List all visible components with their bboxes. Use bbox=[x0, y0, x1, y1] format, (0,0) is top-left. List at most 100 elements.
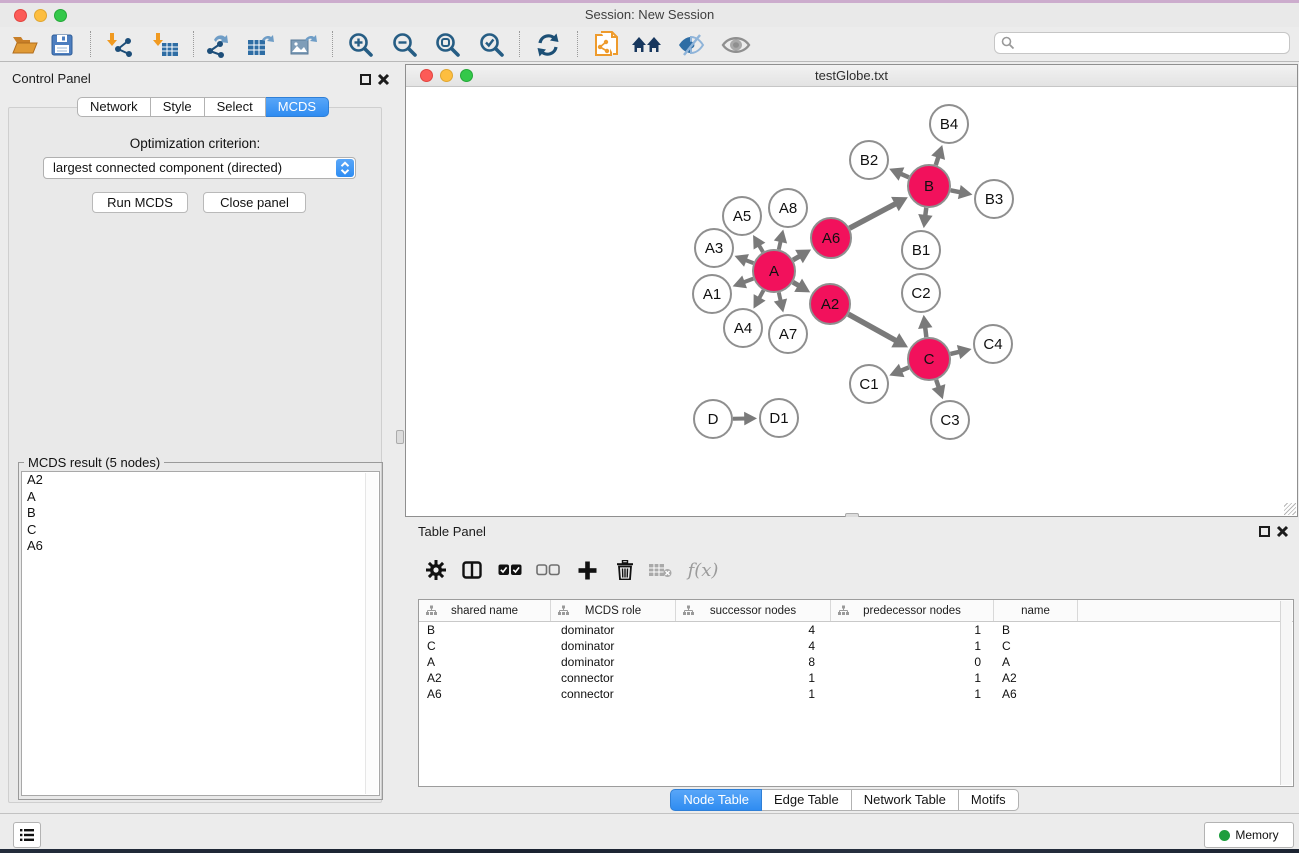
edge-C-C2[interactable] bbox=[918, 315, 932, 337]
mcds-result-item[interactable]: A bbox=[22, 489, 379, 506]
settings-gear-icon[interactable] bbox=[421, 555, 451, 585]
function-builder-icon[interactable]: f(x) bbox=[683, 555, 723, 585]
table-cell[interactable]: 1 bbox=[676, 670, 831, 686]
edge-A-A6[interactable] bbox=[793, 250, 811, 264]
network-canvas[interactable]: B4B2BB3A8A5A6A3B1AA1C2A2A4A7C4CC1C3DD1 bbox=[407, 88, 1296, 516]
column-header-successor-nodes[interactable]: successor nodes bbox=[676, 600, 831, 621]
edge-C-C4[interactable] bbox=[950, 345, 971, 359]
mcds-result-item[interactable]: B bbox=[22, 505, 379, 522]
column-header-shared-name[interactable]: shared name bbox=[419, 600, 551, 621]
graph-node-D[interactable]: D bbox=[694, 400, 732, 438]
table-cell[interactable]: A6 bbox=[994, 686, 1078, 702]
graph-node-A3[interactable]: A3 bbox=[695, 229, 733, 267]
graph-node-C1[interactable]: C1 bbox=[850, 365, 888, 403]
add-entry-icon[interactable] bbox=[572, 555, 602, 585]
graph-node-B[interactable]: B bbox=[908, 165, 950, 207]
table-cell[interactable]: B bbox=[419, 622, 551, 638]
window-resize-handle[interactable] bbox=[1284, 503, 1296, 515]
close-panel-icon[interactable] bbox=[377, 73, 390, 86]
network-file-icon[interactable] bbox=[590, 30, 624, 60]
edge-B-B2[interactable] bbox=[889, 167, 909, 180]
zoom-in-icon[interactable] bbox=[344, 30, 378, 60]
graphics-details-icon[interactable] bbox=[674, 30, 708, 60]
table-cell[interactable]: A6 bbox=[419, 686, 551, 702]
table-row[interactable]: Bdominator41B bbox=[419, 622, 1293, 638]
table-cell[interactable]: dominator bbox=[551, 654, 676, 670]
delete-table-icon[interactable] bbox=[645, 555, 675, 585]
search-input[interactable] bbox=[1019, 34, 1289, 52]
tab-select[interactable]: Select bbox=[205, 97, 266, 117]
tab-motifs[interactable]: Motifs bbox=[959, 789, 1019, 811]
select-all-checkboxes-icon[interactable] bbox=[495, 555, 525, 585]
tab-network-table[interactable]: Network Table bbox=[852, 789, 959, 811]
float-panel-icon[interactable] bbox=[360, 74, 371, 85]
tab-mcds[interactable]: MCDS bbox=[266, 97, 329, 117]
import-table-icon[interactable] bbox=[149, 30, 183, 60]
birdseye-view-icon[interactable] bbox=[719, 30, 753, 60]
graph-node-A4[interactable]: A4 bbox=[724, 309, 762, 347]
edge-D-D1[interactable] bbox=[733, 412, 757, 426]
graph-node-A5[interactable]: A5 bbox=[723, 197, 761, 235]
optimization-criterion-select[interactable]: largest connected component (directed) bbox=[43, 157, 356, 179]
graph-node-C2[interactable]: C2 bbox=[902, 274, 940, 312]
tab-edge-table[interactable]: Edge Table bbox=[762, 789, 852, 811]
edge-B-B3[interactable] bbox=[951, 185, 973, 199]
mcds-result-item[interactable]: A6 bbox=[22, 538, 379, 555]
table-cell[interactable]: 4 bbox=[676, 638, 831, 654]
graph-node-A6[interactable]: A6 bbox=[811, 218, 851, 258]
memory-button[interactable]: Memory bbox=[1204, 822, 1294, 848]
refresh-layout-icon[interactable] bbox=[531, 30, 565, 60]
graph-node-A7[interactable]: A7 bbox=[769, 315, 807, 353]
table-row[interactable]: Cdominator41C bbox=[419, 638, 1293, 654]
table-cell[interactable]: 1 bbox=[831, 638, 994, 654]
table-cell[interactable]: 1 bbox=[831, 686, 994, 702]
column-header-name[interactable]: name bbox=[994, 600, 1078, 621]
mcds-result-list[interactable]: A2ABCA6 bbox=[21, 471, 380, 796]
tab-node-table[interactable]: Node Table bbox=[670, 789, 762, 811]
edge-A-A2[interactable] bbox=[793, 279, 810, 293]
graph-node-C3[interactable]: C3 bbox=[931, 401, 969, 439]
search-field[interactable] bbox=[994, 32, 1290, 54]
column-header-predecessor-nodes[interactable]: predecessor nodes bbox=[831, 600, 994, 621]
table-cell[interactable]: A bbox=[994, 654, 1078, 670]
zoom-out-icon[interactable] bbox=[388, 30, 422, 60]
table-row[interactable]: A2connector11A2 bbox=[419, 670, 1293, 686]
edge-A-A4[interactable] bbox=[754, 290, 766, 308]
maximize-window-button[interactable] bbox=[54, 9, 67, 22]
column-header-MCDS-role[interactable]: MCDS role bbox=[551, 600, 676, 621]
network-close-button[interactable] bbox=[420, 69, 433, 82]
edge-C-C1[interactable] bbox=[889, 364, 908, 377]
table-cell[interactable]: 4 bbox=[676, 622, 831, 638]
edge-C-C3[interactable] bbox=[932, 380, 946, 399]
tab-style[interactable]: Style bbox=[151, 97, 205, 117]
table-cell[interactable]: B bbox=[994, 622, 1078, 638]
delete-entry-icon[interactable] bbox=[610, 555, 640, 585]
save-session-icon[interactable] bbox=[45, 30, 79, 60]
home-icon[interactable] bbox=[630, 30, 664, 60]
edge-A2-C[interactable] bbox=[848, 314, 908, 347]
deselect-all-checkboxes-icon[interactable] bbox=[533, 555, 563, 585]
table-cell[interactable]: dominator bbox=[551, 638, 676, 654]
import-network-icon[interactable] bbox=[103, 30, 137, 60]
close-window-button[interactable] bbox=[14, 9, 27, 22]
export-network-icon[interactable] bbox=[201, 30, 235, 60]
result-list-scrollbar[interactable] bbox=[365, 473, 378, 794]
table-row[interactable]: A6connector11A6 bbox=[419, 686, 1293, 702]
vertical-splitter-handle[interactable] bbox=[396, 430, 404, 444]
export-table-icon[interactable] bbox=[244, 30, 278, 60]
table-cell[interactable]: connector bbox=[551, 686, 676, 702]
task-history-button[interactable] bbox=[13, 822, 41, 848]
export-image-icon[interactable] bbox=[287, 30, 321, 60]
network-maximize-button[interactable] bbox=[460, 69, 473, 82]
network-minimize-button[interactable] bbox=[440, 69, 453, 82]
graph-node-A8[interactable]: A8 bbox=[769, 189, 807, 227]
zoom-selected-icon[interactable] bbox=[475, 30, 509, 60]
table-cell[interactable]: 1 bbox=[831, 622, 994, 638]
table-cell[interactable]: dominator bbox=[551, 622, 676, 638]
table-cell[interactable]: A2 bbox=[419, 670, 551, 686]
close-table-panel-icon[interactable] bbox=[1276, 525, 1289, 538]
table-cell[interactable]: C bbox=[994, 638, 1078, 654]
graph-node-C[interactable]: C bbox=[908, 338, 950, 380]
table-cell[interactable]: 1 bbox=[676, 686, 831, 702]
show-columns-icon[interactable] bbox=[457, 555, 487, 585]
